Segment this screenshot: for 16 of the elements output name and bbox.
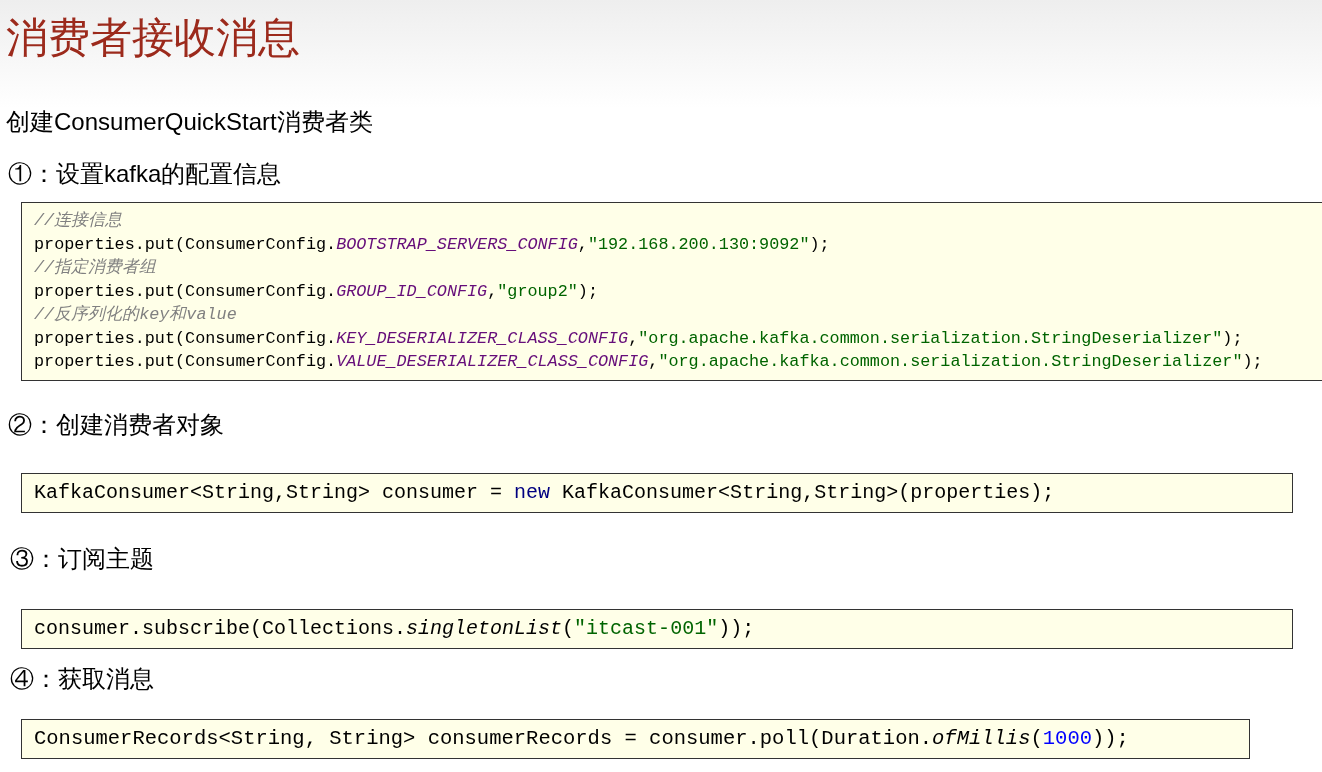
code-line: properties.put(ConsumerConfig.BOOTSTRAP_SERVERS_CONFIG,"192.168.200.130:9092"); [34, 234, 830, 254]
code-line: properties.put(ConsumerConfig.GROUP_ID_CONFIG,"group2"); [34, 281, 598, 301]
step-heading: ①：设置kafka的配置信息 [8, 159, 282, 189]
code-comment: //反序列化的key和value [34, 305, 237, 324]
step-heading: ④：获取消息 [10, 663, 154, 694]
code-line: ConsumerRecords<String, String> consumerRecords = consumer.poll(Duration.ofMillis(1000)); [34, 726, 1129, 750]
code-comment: //指定消费者组 [34, 258, 157, 277]
code-comment: //连接信息 [34, 211, 123, 230]
slide-title: 消费者接收消息 [6, 13, 300, 63]
step-heading: ②：创建消费者对象 [8, 409, 224, 440]
code-line: properties.put(ConsumerConfig.KEY_DESERIALIZER_CLASS_CONFIG,"org.apache.kafka.common.serialization.StringDeserializer"); [34, 328, 1243, 348]
code-line: KafkaConsumer<String,String> consumer = new KafkaConsumer<String,String>(properties); [34, 480, 1055, 504]
code-line: consumer.subscribe(Collections.singletonList("itcast-001")); [34, 616, 755, 640]
code-line: properties.put(ConsumerConfig.VALUE_DESERIALIZER_CLASS_CONFIG,"org.apache.kafka.common.serialization.StringDeserializer"); [34, 352, 1263, 371]
intro-text: 创建ConsumerQuickStart消费者类 [6, 107, 373, 137]
step-heading: ③：订阅主题 [10, 543, 154, 574]
